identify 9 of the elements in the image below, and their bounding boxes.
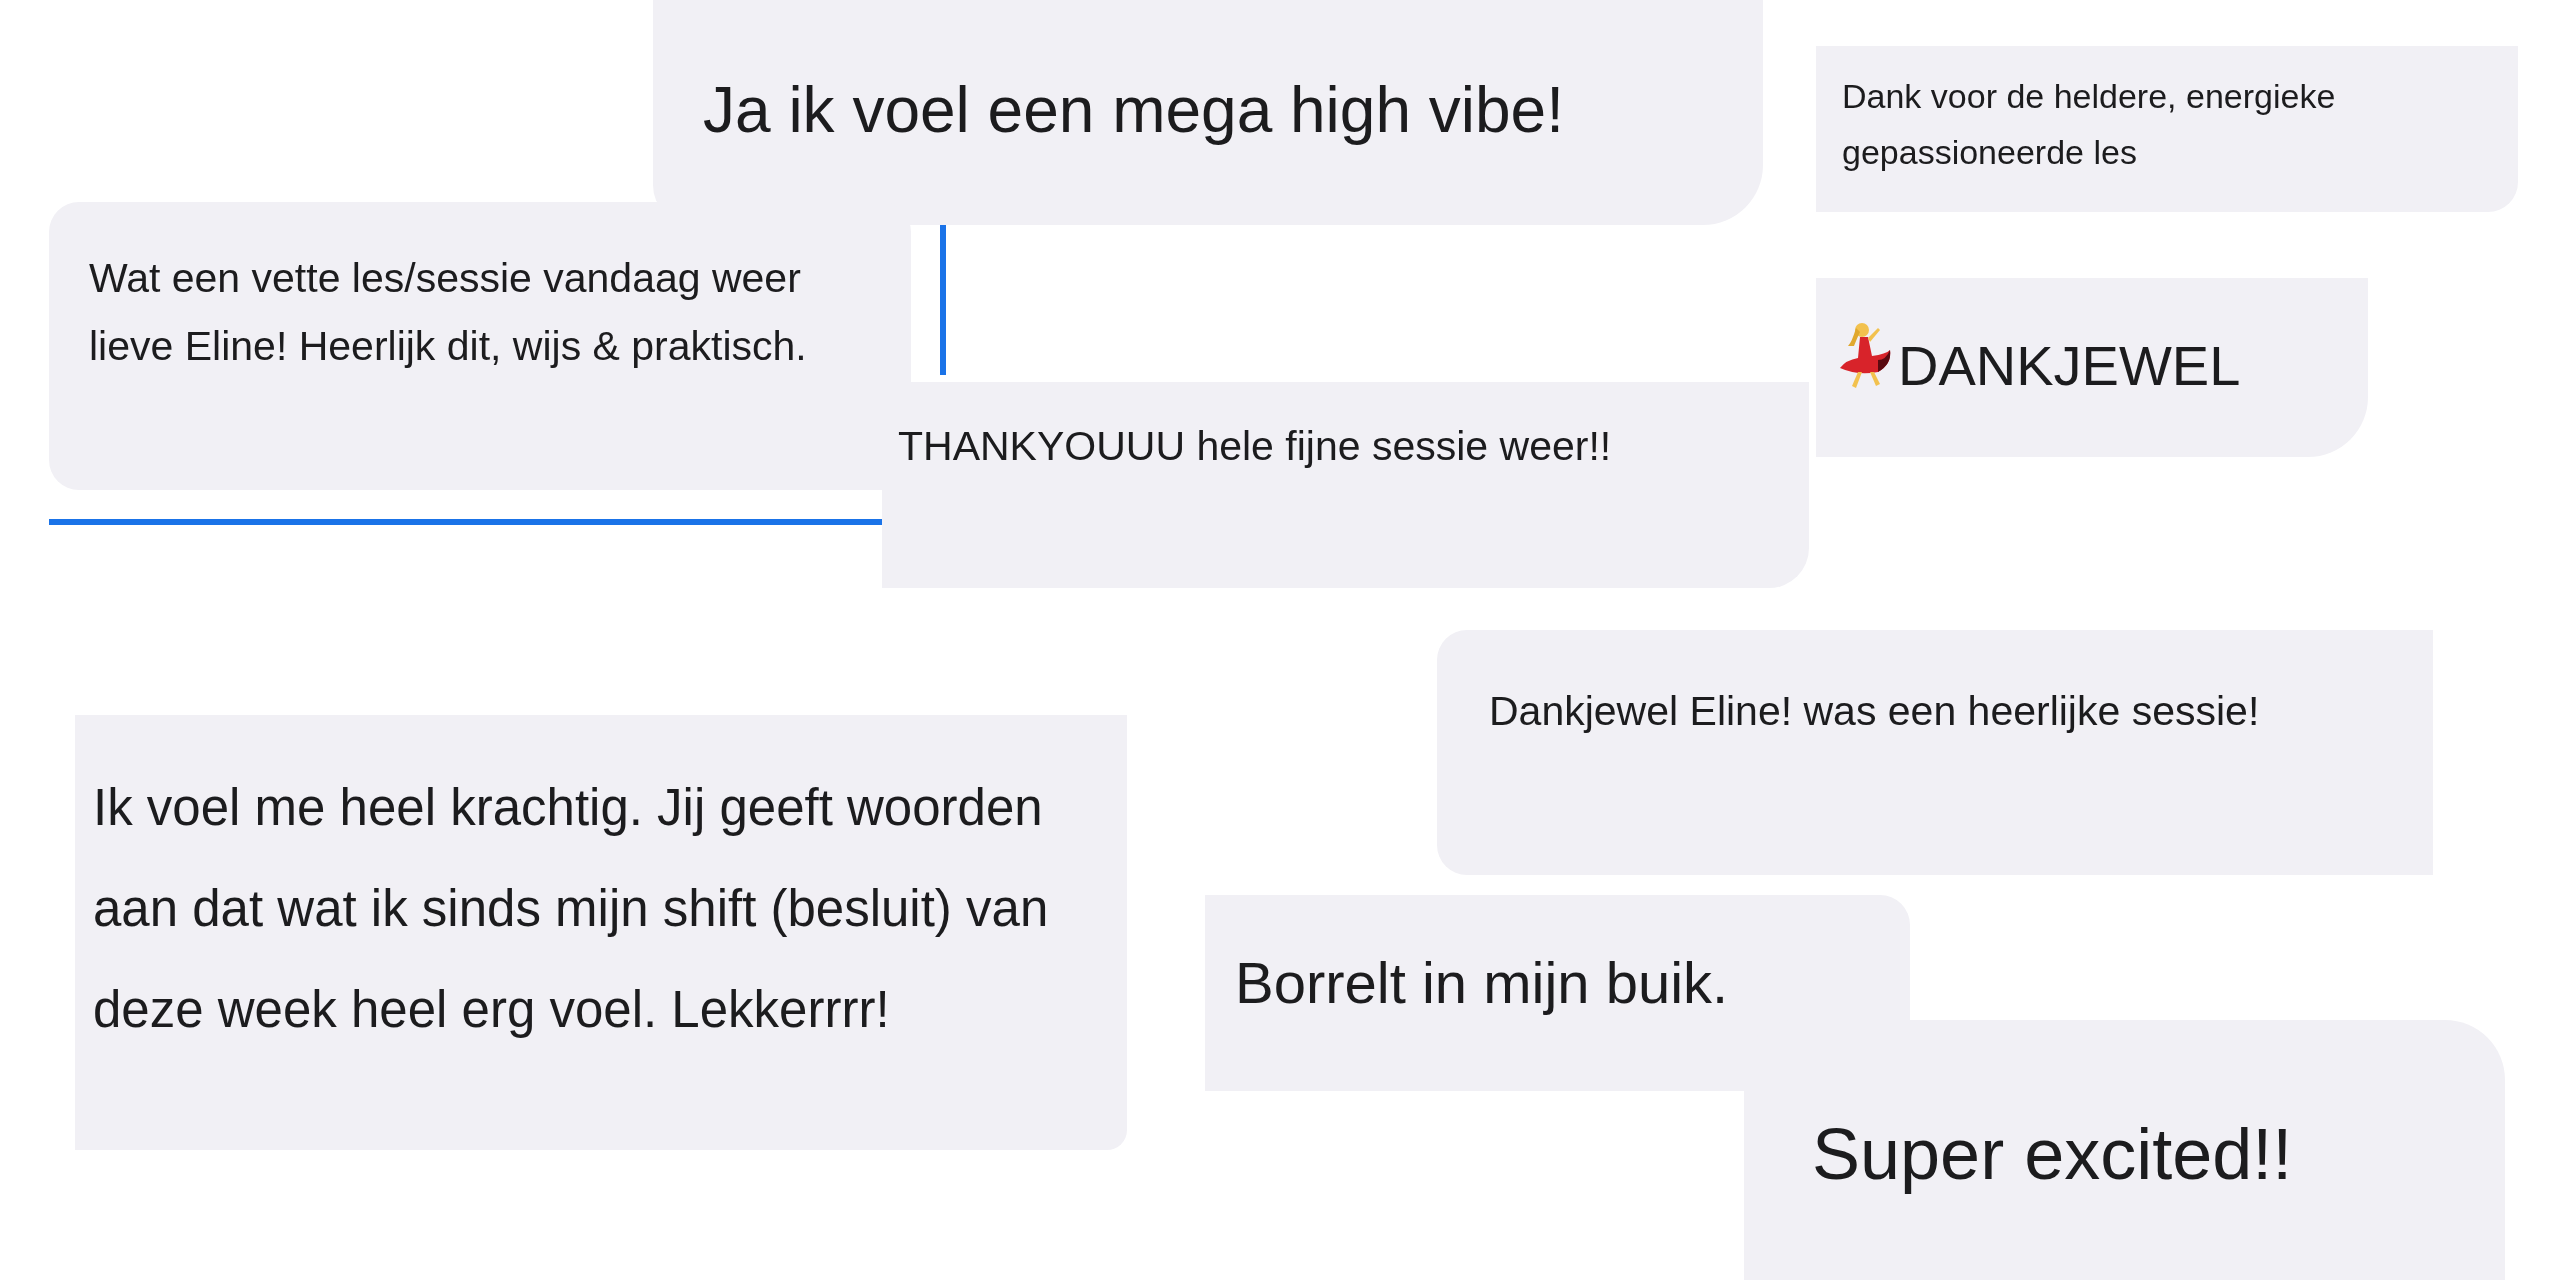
message-text: Wat een vette les/sessie vandaag weer lieve Eline! Heerlijk dit, wijs & praktisch. <box>89 255 807 369</box>
message-text: Dank voor de heldere, energieke gepassioneerde les <box>1842 77 2336 171</box>
message-text: THANKYOUUU hele fijne sessie weer!! <box>898 423 1612 469</box>
message-text: Ik voel me heel krachtig. Jij geeft woorden aan dat wat ik sinds mijn shift (besluit) van deze week heel erg voel. Lekkerrrr! <box>93 779 1049 1038</box>
message-text: Super excited!! <box>1812 1114 2293 1194</box>
message-text: Dankjewel Eline! was een heerlijke sessie! <box>1489 688 2260 734</box>
message-text: Borrelt in mijn buik. <box>1235 950 1729 1015</box>
message-text: DANKJEWEL <box>1898 333 2241 399</box>
message-text: Ja ik voel een mega high vibe! <box>703 74 1564 146</box>
